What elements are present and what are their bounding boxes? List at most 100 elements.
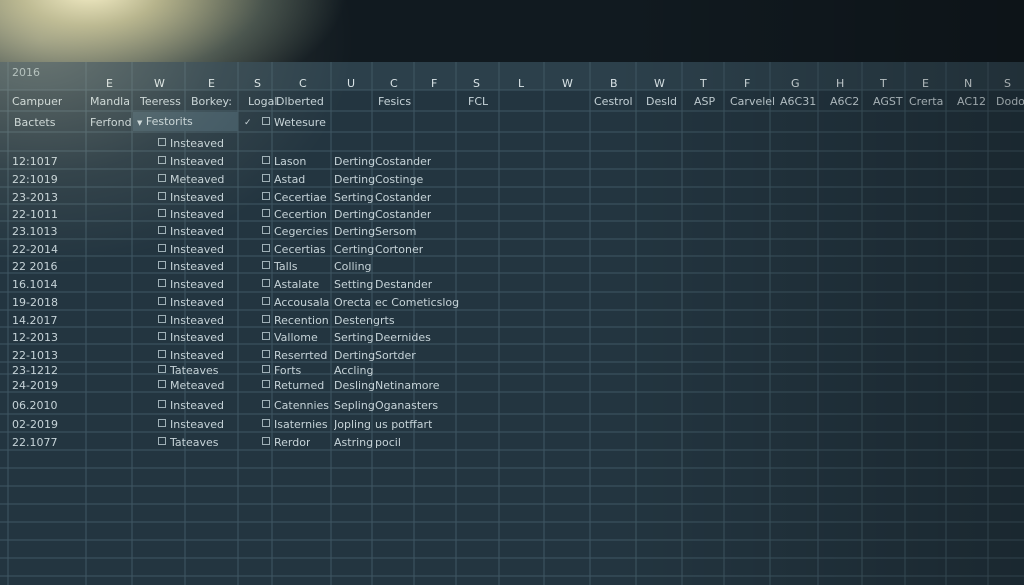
column-letter[interactable]: N <box>964 77 972 91</box>
status-cell[interactable]: Insteaved <box>158 208 224 222</box>
header-cell[interactable]: Dlberted <box>276 95 324 109</box>
column-letter[interactable]: E <box>208 77 215 91</box>
type-cell[interactable]: Derting <box>334 155 375 169</box>
status-cell[interactable]: Tateaves <box>158 436 218 450</box>
desc-cell[interactable]: Destander <box>375 278 432 292</box>
status-cell[interactable]: Insteaved <box>158 243 224 257</box>
type-cell[interactable]: Certing <box>334 243 374 257</box>
header-cell[interactable]: Borkey: <box>191 95 232 109</box>
type-cell[interactable]: Serting <box>334 331 374 345</box>
desc-cell[interactable]: us potffart <box>375 418 432 432</box>
field-cell[interactable]: Cecertiae <box>262 191 327 205</box>
date-cell[interactable]: 22:1019 <box>12 173 58 187</box>
desc-cell[interactable]: pocil <box>375 436 401 450</box>
field-cell[interactable]: Talls <box>262 260 297 274</box>
column-letter[interactable]: W <box>562 77 573 91</box>
type-cell[interactable]: Sepling <box>334 399 375 413</box>
header-cell[interactable]: Teeress <box>140 95 181 109</box>
column-letter[interactable]: T <box>700 77 707 91</box>
type-cell[interactable]: Destengrts <box>334 314 395 328</box>
column-letter[interactable]: G <box>791 77 800 91</box>
filter-dropdown[interactable]: ▼ Festorits <box>133 112 238 131</box>
type-cell[interactable]: Setting <box>334 278 373 292</box>
type-cell[interactable]: Astring <box>334 436 373 450</box>
status-cell[interactable]: Insteaved <box>158 191 224 205</box>
date-cell[interactable]: 06.2010 <box>12 399 58 413</box>
header-cell[interactable]: Bactets <box>14 116 55 130</box>
status-cell[interactable]: Insteaved <box>158 278 224 292</box>
date-cell[interactable]: 23-1212 <box>12 364 58 378</box>
column-letter[interactable]: S <box>473 77 480 91</box>
type-cell[interactable]: Derting <box>334 173 375 187</box>
name-box[interactable]: 2016 <box>12 66 40 80</box>
header-cell[interactable]: A6C2 <box>830 95 859 109</box>
date-cell[interactable]: 19-2018 <box>12 296 58 310</box>
field-cell[interactable]: Vallome <box>262 331 318 345</box>
type-cell[interactable]: Desling <box>334 379 375 393</box>
column-letter[interactable]: T <box>880 77 887 91</box>
date-cell[interactable]: 12-2013 <box>12 331 58 345</box>
header-cell[interactable]: Cestrol <box>594 95 633 109</box>
field-cell[interactable]: Accousala <box>262 296 329 310</box>
column-letter[interactable]: H <box>836 77 844 91</box>
status-cell[interactable]: Insteaved <box>158 399 224 413</box>
field-cell[interactable]: Cegercies <box>262 225 328 239</box>
status-cell[interactable]: Insteaved <box>158 155 224 169</box>
field-cell[interactable]: Astad <box>262 173 305 187</box>
field-cell[interactable]: Cecertion <box>262 208 327 222</box>
column-letter[interactable]: W <box>654 77 665 91</box>
date-cell[interactable]: 23.1013 <box>12 225 58 239</box>
column-letter[interactable]: C <box>299 77 307 91</box>
header-cell[interactable]: AC12 <box>957 95 986 109</box>
column-letter[interactable]: E <box>106 77 113 91</box>
desc-cell[interactable]: Netinamore <box>375 379 440 393</box>
column-letter[interactable]: E <box>922 77 929 91</box>
desc-cell[interactable]: ec Cometicslog <box>375 296 459 310</box>
header-cell[interactable]: Ferfond <box>90 116 132 130</box>
date-cell[interactable]: 22.1077 <box>12 436 58 450</box>
header-cell[interactable]: Crerta <box>909 95 943 109</box>
desc-cell[interactable]: Deernides <box>375 331 431 345</box>
column-letter[interactable]: S <box>254 77 261 91</box>
type-cell[interactable]: Derting <box>334 349 375 363</box>
type-cell[interactable]: Orecta <box>334 296 371 310</box>
column-letter[interactable]: W <box>154 77 165 91</box>
date-cell[interactable]: 12:1017 <box>12 155 58 169</box>
checkbox-cell[interactable]: Wetesure <box>262 116 326 130</box>
date-cell[interactable]: 02-2019 <box>12 418 58 432</box>
date-cell[interactable]: 22-1013 <box>12 349 58 363</box>
field-cell[interactable]: Astalate <box>262 278 319 292</box>
type-cell[interactable]: Derting <box>334 225 375 239</box>
desc-cell[interactable]: Oganasters <box>375 399 438 413</box>
spreadsheet-grid[interactable]: 2016 E W E S C U C F S L W B W T F G H T… <box>0 62 1024 585</box>
date-cell[interactable]: 16.1014 <box>12 278 58 292</box>
field-cell[interactable]: Catennies <box>262 399 329 413</box>
header-cell[interactable]: A6C31 <box>780 95 816 109</box>
desc-cell[interactable]: Sortder <box>375 349 416 363</box>
status-cell[interactable]: Tateaves <box>158 364 218 378</box>
header-cell[interactable]: Logal <box>248 95 277 109</box>
status-cell[interactable]: Insteaved <box>158 260 224 274</box>
status-cell[interactable]: Insteaved <box>158 296 224 310</box>
field-cell[interactable]: Isaternies <box>262 418 328 432</box>
header-cell[interactable]: Mandla <box>90 95 130 109</box>
header-cell[interactable]: Desld <box>646 95 677 109</box>
type-cell[interactable]: Derting <box>334 208 375 222</box>
desc-cell[interactable]: Sersom <box>375 225 416 239</box>
header-cell[interactable]: Dodor <box>996 95 1024 109</box>
status-cell[interactable]: Insteaved <box>158 331 224 345</box>
column-letter[interactable]: F <box>431 77 437 91</box>
header-cell[interactable]: Campuer <box>12 95 62 109</box>
status-cell[interactable]: Meteaved <box>158 173 224 187</box>
column-letter[interactable]: U <box>347 77 355 91</box>
date-cell[interactable]: 22-1011 <box>12 208 58 222</box>
field-cell[interactable]: Cecertias <box>262 243 326 257</box>
field-cell[interactable]: Forts <box>262 364 301 378</box>
date-cell[interactable]: 14.2017 <box>12 314 58 328</box>
status-cell[interactable]: Meteaved <box>158 379 224 393</box>
date-cell[interactable]: 22-2014 <box>12 243 58 257</box>
field-cell[interactable]: Rerdor <box>262 436 310 450</box>
header-cell[interactable]: Fesics <box>378 95 411 109</box>
header-cell[interactable]: AGST <box>873 95 903 109</box>
desc-cell[interactable]: Costander <box>375 208 431 222</box>
